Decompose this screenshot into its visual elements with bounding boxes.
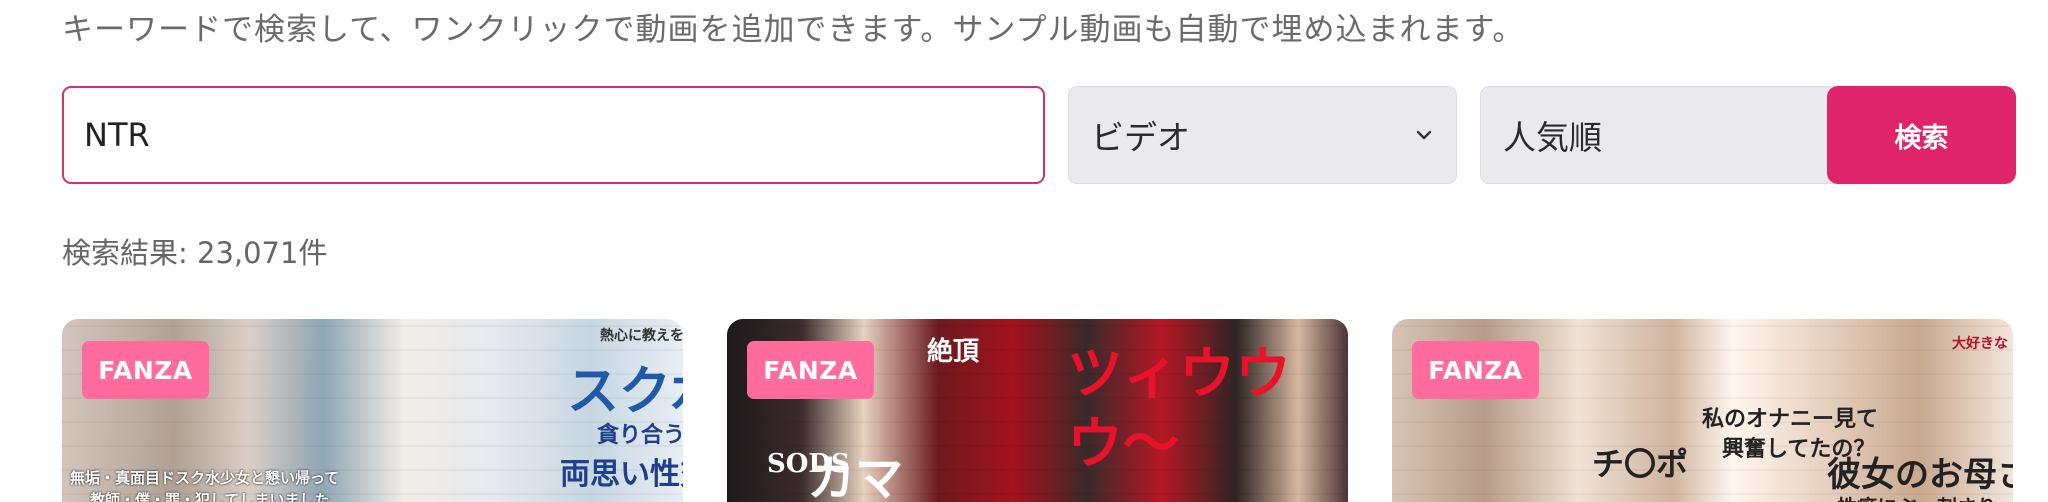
search-input[interactable]: [62, 86, 1045, 184]
thumbnail-text: ツィウウ: [1067, 341, 1291, 407]
thumbnail-text: 貪り合う: [597, 422, 683, 448]
thumbnail-text: カマ: [807, 451, 904, 502]
type-select[interactable]: ビデオ: [1068, 86, 1457, 184]
page-description: キーワードで検索して、ワンクリックで動画を追加できます。サンプル動画も自動で埋め…: [62, 12, 1525, 48]
thumbnail-text: チ〇ポ: [1592, 445, 1689, 483]
source-badge: FANZA: [1412, 341, 1539, 399]
thumbnail-text: 無垢・真面目ドスク水少女と懇い帰って: [70, 469, 340, 487]
thumbnail-text: 両思い性交: [560, 457, 683, 492]
thumbnail-text: 教師・僕・罪・犯してしまいました: [90, 491, 330, 502]
sort-select-value: 人気順: [1503, 118, 1602, 157]
page: キーワードで検索して、ワンクリックで動画を追加できます。サンプル動画も自動で埋め…: [0, 0, 2048, 502]
thumbnail-text: 彼女のお母さ: [1827, 455, 2013, 495]
video-card[interactable]: 熱心に教えを求める スク水 貪り合う 両思い性交 無垢・真面目ドスク水少女と懇い…: [62, 319, 683, 502]
thumbnail-text: 私のオナニー見て: [1702, 406, 1879, 432]
search-button[interactable]: 検索: [1827, 86, 2016, 184]
video-card[interactable]: 絶頂 ツィウウ ウ～ SODS カマ FANZA: [727, 319, 1348, 502]
video-card[interactable]: 私のオナニー見て 興奮してたの？ 彼女のお母さ 性癖にぶっ刺さり チ〇ポ 大好き…: [1392, 319, 2013, 502]
result-count: 検索結果: 23,071件: [62, 236, 328, 270]
video-grid: 熱心に教えを求める スク水 貪り合う 両思い性交 無垢・真面目ドスク水少女と懇い…: [62, 319, 2016, 502]
source-badge: FANZA: [82, 341, 209, 399]
thumbnail-text: 性癖にぶっ刺さり: [1837, 491, 1997, 502]
thumbnail-text: 熱心に教えを求める: [600, 328, 683, 344]
chevron-down-icon: [1416, 130, 1432, 140]
search-bar: ビデオ 人気順 検索: [62, 86, 2016, 184]
thumbnail-text: スク水: [567, 361, 683, 422]
type-select-value: ビデオ: [1091, 118, 1190, 157]
thumbnail-text: ウ～: [1067, 411, 1179, 477]
thumbnail-text: 絶頂: [927, 337, 980, 367]
source-badge: FANZA: [747, 341, 874, 399]
sort-select[interactable]: 人気順: [1480, 86, 1869, 184]
thumbnail-text: 大好きな: [1952, 336, 2008, 352]
